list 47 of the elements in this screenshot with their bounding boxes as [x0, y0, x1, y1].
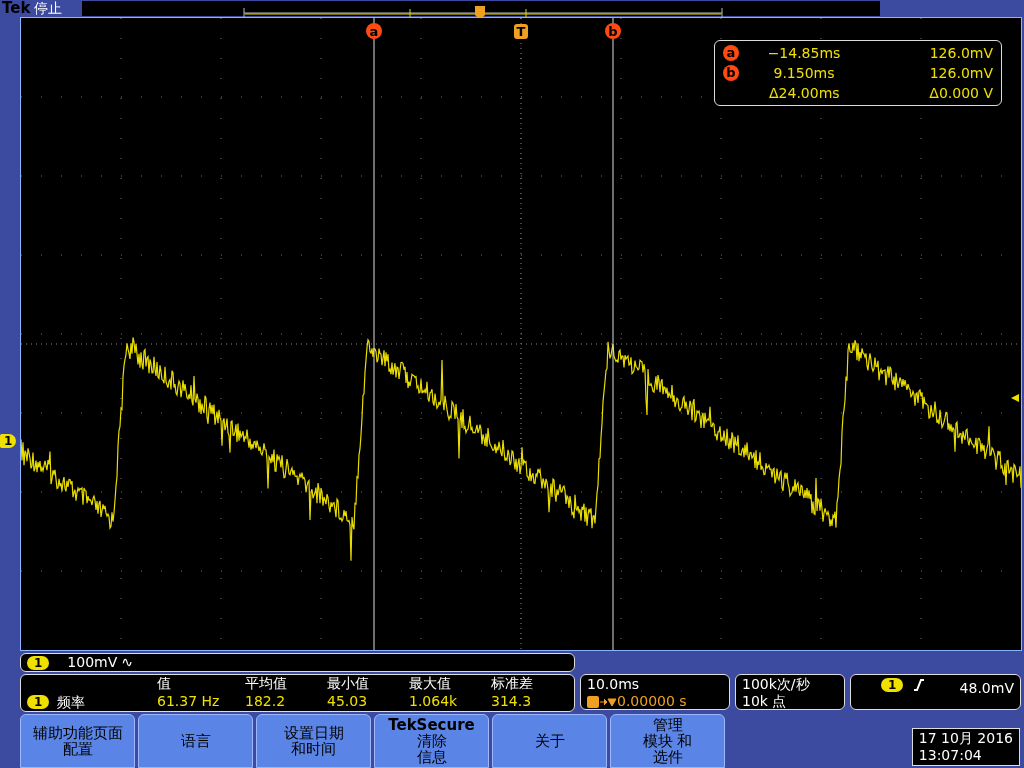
coupling-icon: ∿ [121, 652, 134, 673]
measurement-value: 182.2 [245, 693, 287, 711]
menu-button[interactable]: 关于 [492, 714, 607, 768]
brand-logo: Tek [2, 0, 31, 17]
cursor-marker: b [723, 65, 739, 81]
measurement-name: 频率 [57, 693, 86, 711]
delta-time: Δ24.00ms [769, 83, 840, 103]
column-header: 平均值 [245, 675, 288, 693]
measurement-value: 314.3 [491, 693, 533, 711]
record-length: 10k 点 [742, 693, 788, 710]
delta-voltage: Δ0.000 V [929, 83, 993, 103]
channel-badge: 1 [27, 655, 50, 670]
timebase-scale: 10.0ms [587, 676, 641, 693]
trigger-offset-icon [587, 694, 617, 709]
menu-button[interactable]: 辅助功能页面 配置 [20, 714, 135, 768]
trigger-position-icon [475, 6, 486, 20]
trigger-marker: T [514, 24, 528, 39]
menu-button[interactable]: 设置日期 和时间 [256, 714, 371, 768]
date-text: 17 10月 2016 [918, 730, 1013, 747]
channel-scale: 100mV [67, 653, 118, 672]
channel-marker: 1 [0, 434, 17, 448]
menu-button[interactable]: TekSecure 清除 信息 [374, 714, 489, 768]
channel-badge: 1 [27, 695, 50, 709]
time-reading: 9.150ms [772, 63, 836, 83]
column-header: 标准差 [491, 675, 534, 693]
channel-badge: 1 [881, 678, 904, 692]
rising-edge-icon [913, 678, 926, 692]
voltage-reading: 126.0mV [929, 43, 993, 63]
measurement-value: 45.03 [327, 693, 369, 711]
column-header: 最小值 [327, 675, 370, 693]
measurement-value: 61.37 Hz [157, 693, 221, 711]
cursor-marker: a [366, 23, 382, 39]
cursor-marker: b [605, 23, 621, 39]
trigger-level: 48.0mV [959, 679, 1014, 698]
measurement-value: 1.064k [409, 693, 459, 711]
trigger-position: 0.00000 s [617, 693, 687, 710]
time-text: 13:07:04 [918, 747, 983, 764]
column-header: 最大值 [409, 675, 452, 693]
menu-button[interactable]: 管理 模块 和 选件 [610, 714, 725, 768]
trigger-level-icon [1011, 394, 1019, 402]
run-status: 停止 [34, 0, 63, 17]
time-reading: −14.85ms [766, 43, 842, 63]
column-header: 值 [157, 675, 172, 693]
sample-rate: 100k次/秒 [742, 676, 811, 693]
voltage-reading: 126.0mV [929, 63, 993, 83]
cursor-marker: a [723, 45, 739, 61]
menu-button[interactable]: 语言 [138, 714, 253, 768]
